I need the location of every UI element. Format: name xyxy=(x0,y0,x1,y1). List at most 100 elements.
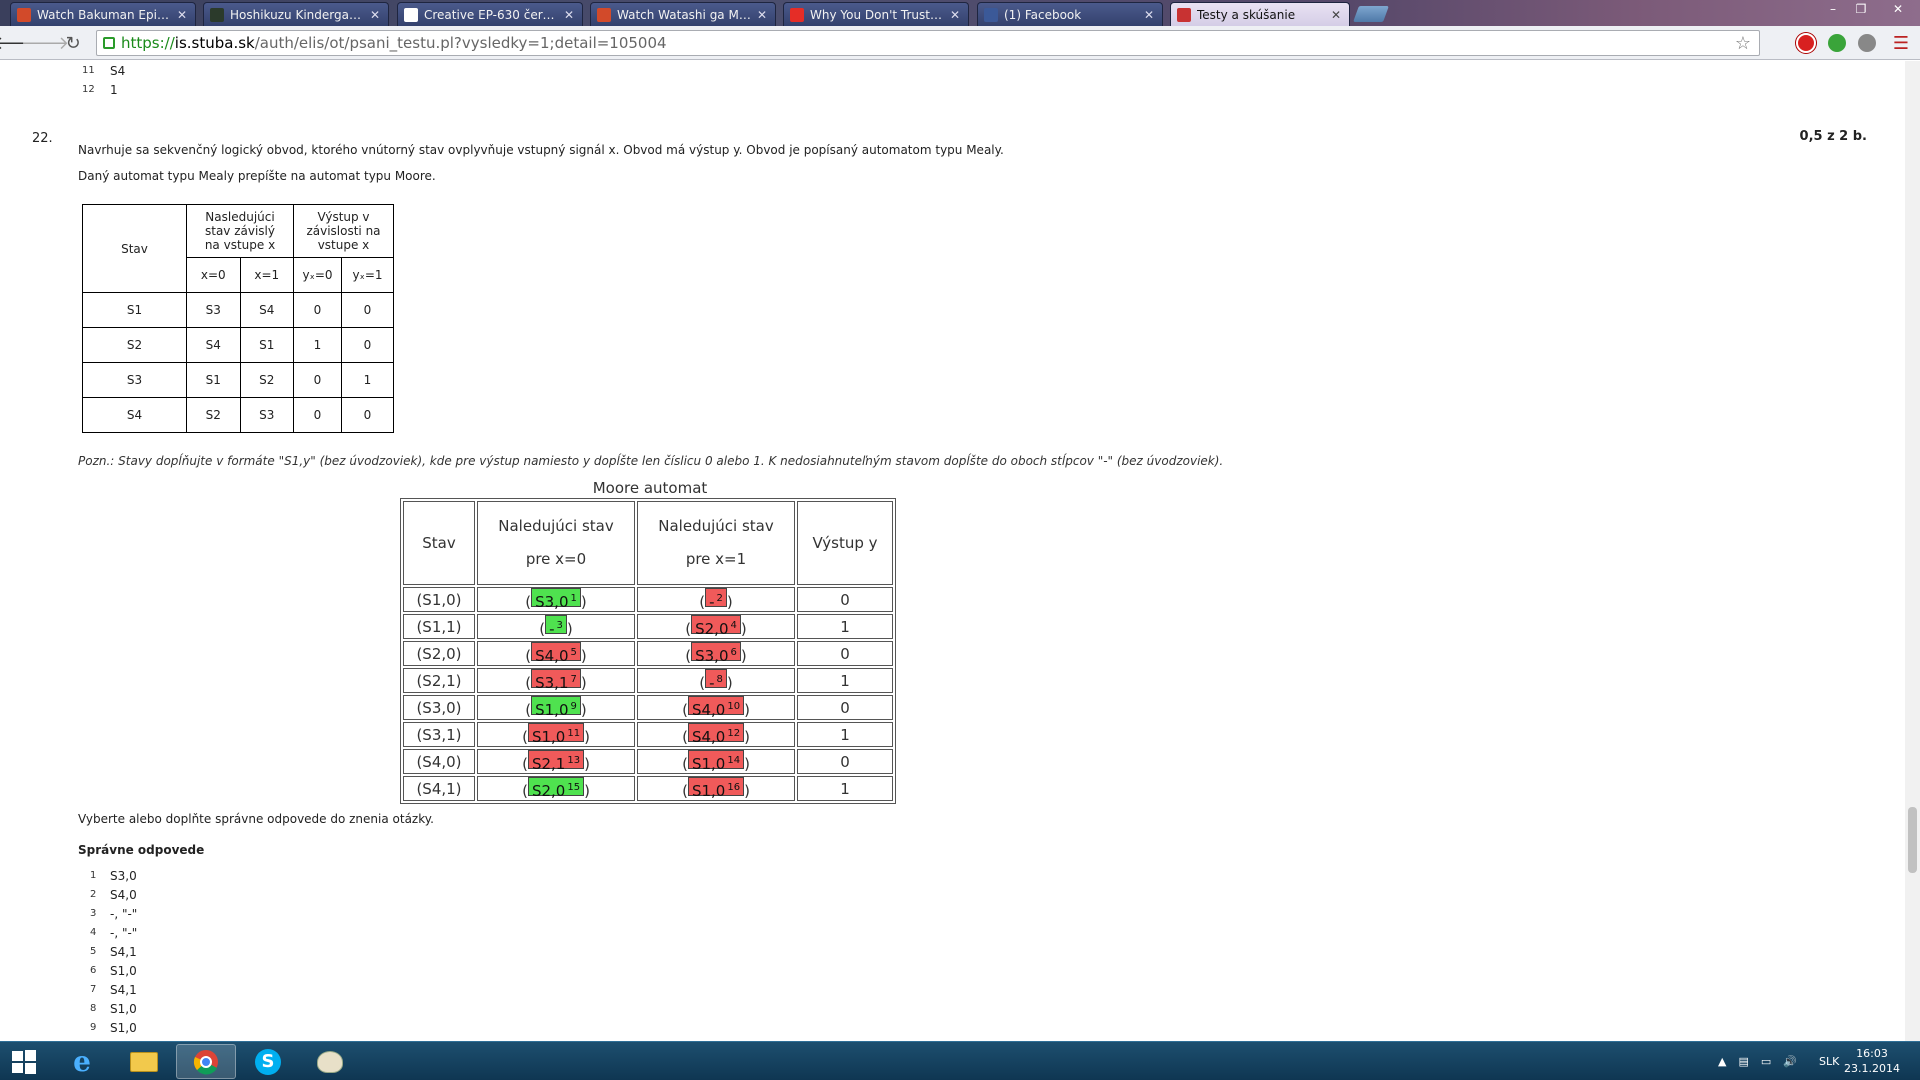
tab-close-icon[interactable]: ✕ xyxy=(757,8,767,22)
browser-tab[interactable]: Testy a skúšanie ✕ xyxy=(1170,2,1350,26)
answer-field[interactable]: S2,0 15 xyxy=(527,777,585,800)
answer-field[interactable]: S3,0 1 xyxy=(531,588,581,611)
tab-title: Testy a skúšanie xyxy=(1197,7,1296,22)
answer-number: 1 xyxy=(90,870,97,881)
table-cell: 0 xyxy=(293,397,342,433)
moore-state-cell: (S2,0) xyxy=(403,641,475,666)
browser-tab[interactable]: Hoshikuzu Kindergarten e ✕ xyxy=(203,2,389,26)
answer-field[interactable]: -8 xyxy=(705,669,727,692)
address-bar[interactable]: https://is.stuba.sk/auth/elis/ot/psani_t… xyxy=(96,30,1760,56)
answer-field[interactable]: S2,1 13 xyxy=(527,750,585,773)
keyboard-language[interactable]: SLK xyxy=(1819,1055,1839,1068)
skype-icon[interactable]: S xyxy=(238,1044,298,1079)
close-window-button[interactable]: ✕ xyxy=(1878,0,1918,18)
answer-value: S1,0 xyxy=(110,1020,137,1035)
reload-button[interactable]: ↻ xyxy=(62,32,84,54)
answer-field[interactable]: S1,0 11 xyxy=(527,723,585,746)
answer-value: S4,0 xyxy=(110,887,137,902)
moore-answer-cell: (S3,0 6) xyxy=(637,641,795,666)
answer-field[interactable]: S3,1 7 xyxy=(531,669,581,692)
answer-value: -, "-" xyxy=(110,906,138,921)
moore-answer-cell: (S4,0 5) xyxy=(477,641,635,666)
answer-number: 12 xyxy=(82,84,95,95)
moore-answer-cell: (S2,0 15) xyxy=(477,776,635,801)
answer-field[interactable]: S1,0 9 xyxy=(531,696,581,719)
browser-tab[interactable]: (1) Facebook ✕ xyxy=(977,2,1163,26)
answer-field[interactable]: S2,0 4 xyxy=(691,615,741,638)
moore-answer-cell: (-3) xyxy=(477,614,635,639)
table-cell: S1 xyxy=(186,362,241,398)
answer-field[interactable]: -3 xyxy=(545,615,567,638)
tab-strip: Watch Bakuman Episode ✕ Hoshikuzu Kinderga… xyxy=(0,0,1920,26)
lock-icon xyxy=(103,37,115,49)
adblock-icon[interactable] xyxy=(1796,33,1816,53)
answer-field[interactable]: S4,0 10 xyxy=(687,696,745,719)
mealy-header-state: Stav xyxy=(82,204,187,293)
tab-close-icon[interactable]: ✕ xyxy=(1331,8,1341,22)
internet-explorer-icon[interactable]: e xyxy=(52,1044,112,1079)
tab-favicon-icon xyxy=(597,7,611,22)
tab-close-icon[interactable]: ✕ xyxy=(177,8,187,22)
moore-answer-cell: (S1,0 14) xyxy=(637,749,795,774)
moore-header-output: Výstup y xyxy=(797,501,893,585)
chrome-icon[interactable] xyxy=(176,1044,236,1079)
table-cell: S1 xyxy=(239,327,294,363)
moore-output-cell: 0 xyxy=(797,695,893,720)
answer-index: 6 xyxy=(730,647,737,658)
tab-close-icon[interactable]: ✕ xyxy=(950,8,960,22)
new-tab-button[interactable] xyxy=(1353,6,1389,22)
answer-index: 1 xyxy=(570,593,577,604)
forward-button[interactable]: 🡒 xyxy=(21,32,69,54)
paint-icon[interactable] xyxy=(300,1044,360,1079)
answer-field[interactable]: -2 xyxy=(705,588,727,611)
table-cell: 0 xyxy=(293,362,342,398)
tab-close-icon[interactable]: ✕ xyxy=(564,8,574,22)
file-explorer-icon[interactable] xyxy=(114,1044,174,1079)
table-row: (S4,1)(S2,0 15)(S1,0 16) 1 xyxy=(403,776,893,801)
table-row: (S1,1)(-3)(S2,0 4) 1 xyxy=(403,614,893,639)
windows-taskbar: e S ▲ ▤ ▭ 🔊 SLK 16:03 23.1.2014 xyxy=(0,1041,1920,1080)
tray-expand-icon[interactable]: ▲ xyxy=(1718,1055,1726,1068)
tab-favicon-icon xyxy=(404,7,418,22)
answer-field[interactable]: S4,0 5 xyxy=(531,642,581,665)
answer-index: 15 xyxy=(567,782,581,793)
network-icon[interactable]: ▤ xyxy=(1738,1055,1748,1068)
tab-favicon-icon xyxy=(1177,7,1191,22)
answer-value: S4,1 xyxy=(110,982,137,997)
answer-number: 3 xyxy=(90,908,97,919)
start-button[interactable] xyxy=(0,1044,48,1079)
browser-tab[interactable]: Why You Don't Trust Me ✕ xyxy=(783,2,969,26)
answer-field[interactable]: S1,0 16 xyxy=(687,777,745,800)
table-row: S4 S2 S3 0 0 xyxy=(82,397,394,433)
list-item: 12 1 xyxy=(82,80,125,99)
answer-field[interactable]: S1,0 14 xyxy=(687,750,745,773)
tab-title: Hoshikuzu Kindergarten e xyxy=(230,7,364,22)
tab-close-icon[interactable]: ✕ xyxy=(370,8,380,22)
answer-field[interactable]: S3,0 6 xyxy=(691,642,741,665)
minimize-button[interactable]: – xyxy=(1818,0,1848,18)
table-cell: 0 xyxy=(341,397,394,433)
menu-icon[interactable]: ☰ xyxy=(1890,32,1912,54)
restore-button[interactable]: ❐ xyxy=(1846,0,1876,18)
table-row: (S2,0)(S4,0 5)(S3,0 6) 0 xyxy=(403,641,893,666)
browser-tab[interactable]: Watch Watashi ga Motenai ✕ xyxy=(590,2,776,26)
browser-tab[interactable]: Creative EP-630 černé | Al ✕ xyxy=(397,2,583,26)
moore-answer-cell: (-2) xyxy=(637,587,795,612)
table-cell: S3 xyxy=(186,292,241,328)
scrollbar-thumb[interactable] xyxy=(1908,807,1917,873)
power-icon[interactable]: ▭ xyxy=(1761,1055,1771,1068)
browser-tab[interactable]: Watch Bakuman Episode ✕ xyxy=(10,2,196,26)
extension-gear-icon[interactable] xyxy=(1858,34,1876,52)
volume-icon[interactable]: 🔊 xyxy=(1783,1055,1797,1068)
tab-close-icon[interactable]: ✕ xyxy=(1144,8,1154,22)
list-item: 9 S1,0 xyxy=(90,1018,137,1037)
bookmark-star-icon[interactable]: ☆ xyxy=(1735,33,1751,54)
moore-table: Stav Naledujúci stav pre x=0 Naledujúci s… xyxy=(400,498,896,804)
moore-answer-cell: (S2,1 13) xyxy=(477,749,635,774)
system-clock[interactable]: 16:03 23.1.2014 xyxy=(1844,1046,1900,1076)
answer-field[interactable]: S4,0 12 xyxy=(687,723,745,746)
extension-icon[interactable] xyxy=(1828,34,1846,52)
format-note: Pozn.: Stavy dopĺňujte v formáte "S1,y" … xyxy=(78,454,1224,468)
vertical-scrollbar[interactable] xyxy=(1905,61,1920,1041)
question-number: 22. xyxy=(32,131,53,146)
